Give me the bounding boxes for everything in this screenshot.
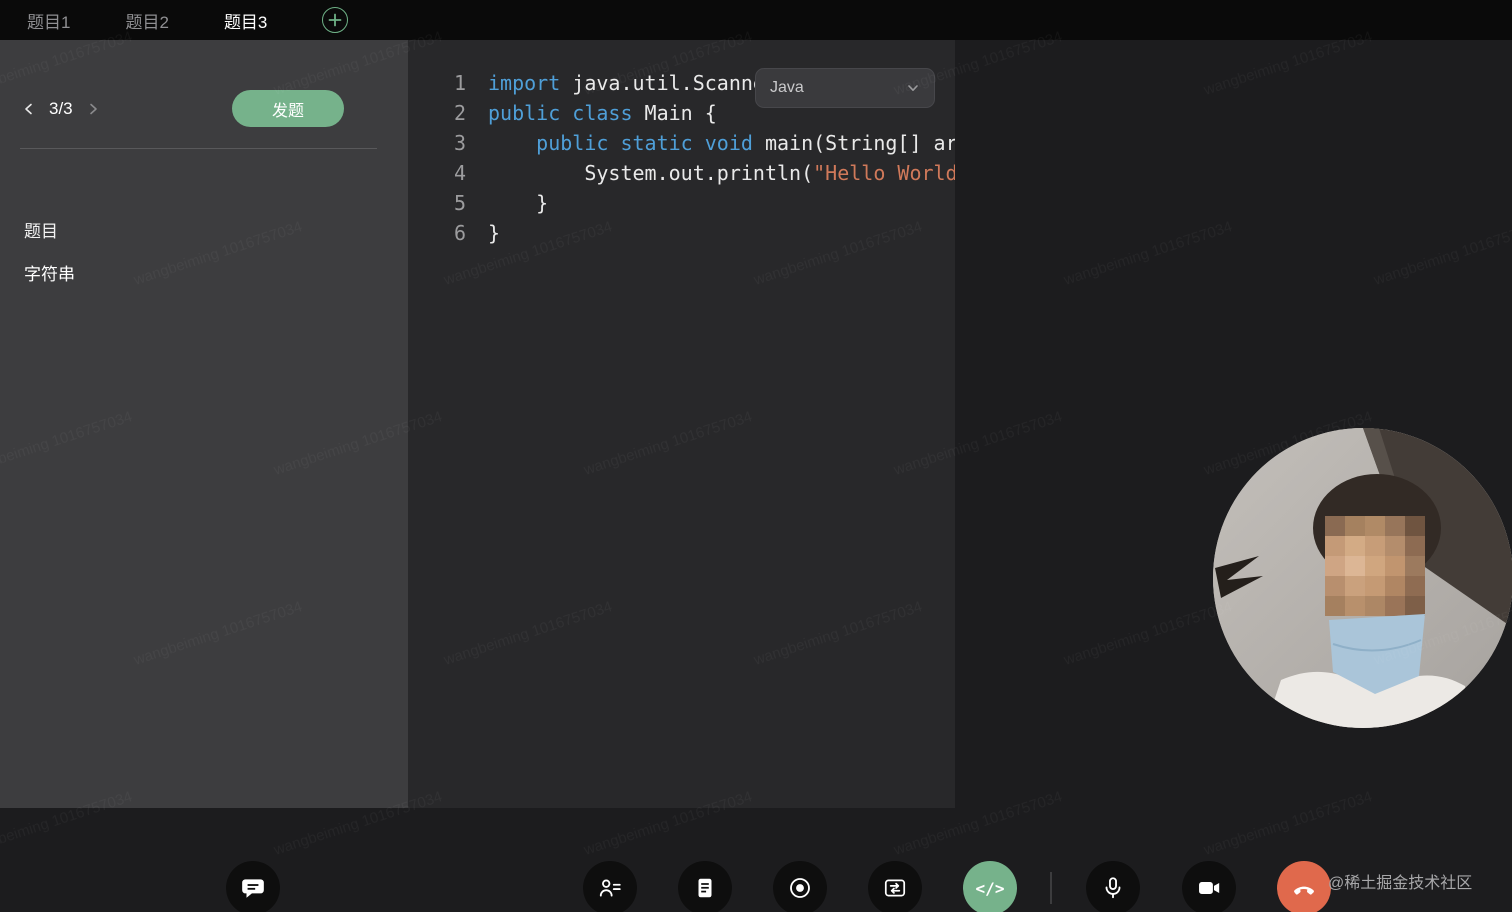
notes-icon [698, 878, 712, 898]
switch-icon [884, 879, 906, 897]
microphone-button[interactable] [1086, 861, 1140, 912]
code-line: 5 } [408, 188, 955, 218]
line-number: 3 [453, 131, 466, 155]
chat-button[interactable] [226, 861, 280, 912]
webcam-picture [1213, 428, 1512, 728]
question-sidebar: 3/3 发题 题目 字符串 [0, 40, 408, 808]
top-bar: 题目1 题目2 题目3 [0, 0, 1512, 40]
mic-icon [1105, 877, 1121, 899]
watermark-text: wangbeiming 1016757034 [1062, 218, 1235, 289]
add-question-button[interactable] [322, 7, 349, 33]
line-number: 6 [453, 221, 466, 245]
camera-icon [1199, 882, 1220, 894]
chevron-left-icon [25, 103, 32, 114]
chevron-right-icon [89, 103, 97, 114]
phone-hangup-icon [1294, 886, 1314, 895]
code-line: 4 System.out.println("Hello World"); [408, 158, 955, 188]
send-question-button[interactable]: 发题 [232, 90, 344, 127]
line-number: 4 [453, 161, 466, 185]
record-icon [790, 878, 810, 898]
camera-button[interactable] [1182, 861, 1236, 912]
question-section-label: 题目 [24, 222, 58, 241]
language-select[interactable]: Java [755, 68, 935, 108]
plus-icon [329, 13, 342, 27]
tab-question-1[interactable]: 题目1 [27, 8, 70, 33]
record-button[interactable] [773, 861, 827, 912]
watermark-text: wangbeiming 1016757034 [1372, 218, 1512, 289]
sidebar-divider [20, 148, 377, 149]
question-pager: 3/3 [22, 90, 100, 127]
code-editor-button[interactable]: </> [963, 861, 1017, 912]
tab-question-3[interactable]: 题目3 [224, 8, 267, 33]
participants-icon [599, 879, 621, 897]
line-number: 2 [453, 101, 466, 125]
hang-up-button[interactable] [1277, 861, 1331, 912]
community-credit: @稀土掘金技术社区 [1328, 875, 1473, 892]
line-number: 5 [453, 191, 466, 215]
toolbar-divider [1050, 872, 1052, 904]
webcam-video-feed [1213, 428, 1512, 728]
next-question-button[interactable] [86, 102, 100, 116]
line-number: 1 [453, 71, 466, 95]
watermark-text: wangbeiming 1016757034 [1062, 598, 1235, 669]
notes-button[interactable] [678, 861, 732, 912]
question-title: 字符串 [24, 265, 75, 284]
prev-question-button[interactable] [22, 102, 36, 116]
code-line: 6} [408, 218, 955, 248]
chat-icon [242, 879, 264, 898]
watermark-text: wangbeiming 1016757034 [1202, 788, 1375, 859]
tab-question-2[interactable]: 题目2 [125, 8, 168, 33]
switch-view-button[interactable] [868, 861, 922, 912]
code-line: 3 public static void main(String[] args)… [408, 128, 955, 158]
participants-button[interactable] [583, 861, 637, 912]
chevron-down-icon [908, 85, 918, 91]
language-select-value: Java [770, 79, 804, 96]
code-editor-panel: 1 import java.util.Scanner; 2 public class … [408, 40, 955, 808]
code-icon: </> [975, 878, 1005, 898]
pager-current: 3/3 [49, 98, 73, 118]
